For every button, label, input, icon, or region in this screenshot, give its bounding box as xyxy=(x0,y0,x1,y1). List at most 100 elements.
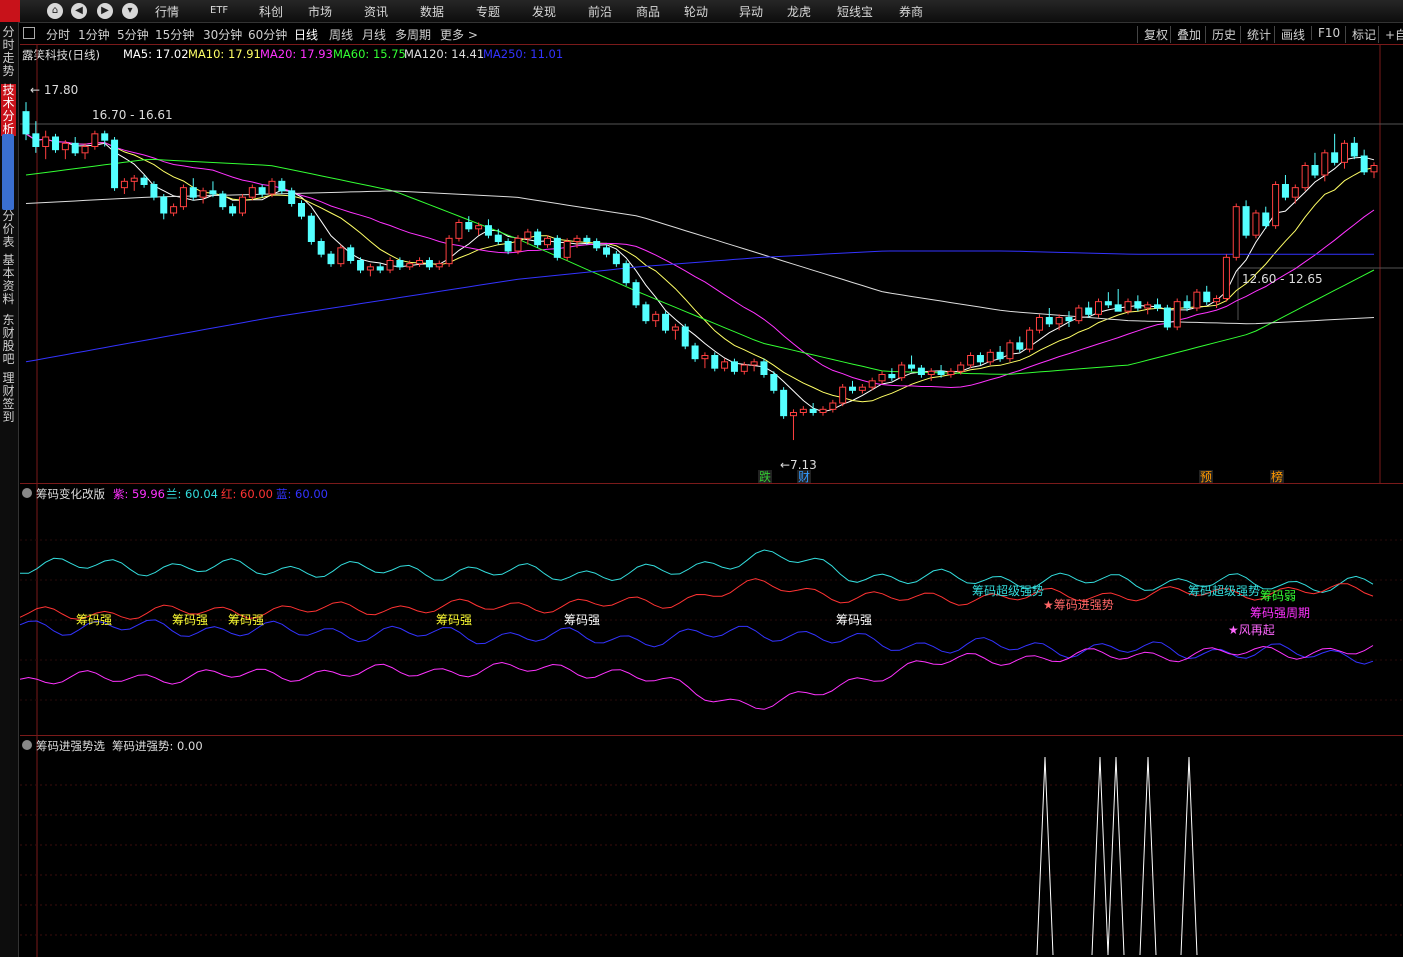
candle-body xyxy=(425,260,433,268)
menu-item[interactable]: 科创 xyxy=(259,3,283,20)
candle-body xyxy=(120,180,128,189)
menu-item[interactable]: 轮动 xyxy=(684,3,708,20)
menu-item[interactable]: 券商 xyxy=(899,3,923,20)
menu-item[interactable]: 市场 xyxy=(308,3,332,20)
candle-body xyxy=(140,177,148,186)
menu-item[interactable]: 行情 xyxy=(155,3,179,20)
candle-body xyxy=(376,266,384,271)
home-icon[interactable]: ⌂ xyxy=(47,3,63,19)
timeframe-tab[interactable]: 5分钟 xyxy=(117,26,149,43)
candle-body xyxy=(553,237,561,258)
candle-body xyxy=(514,237,522,252)
candle-body xyxy=(1193,291,1201,309)
sidebar-tab[interactable]: 理财签到 xyxy=(1,372,16,424)
candle-body xyxy=(1085,307,1093,315)
candle-body xyxy=(898,364,906,379)
timeframe-tab[interactable]: 更多 > xyxy=(440,26,478,43)
candle-body xyxy=(1291,187,1299,198)
timeframe-tab[interactable]: 周线 xyxy=(329,26,353,43)
signal-label: 筹码强 xyxy=(228,613,264,627)
timeframe-tab[interactable]: 30分钟 xyxy=(203,26,242,43)
layout-toggle-icon[interactable] xyxy=(23,27,35,39)
candle-body xyxy=(209,190,217,195)
sidebar-tab[interactable]: 东财股吧 xyxy=(1,314,16,366)
candle-body xyxy=(170,206,178,214)
price-chart[interactable]: ← 17.80 16.70 - 16.61 12.60 - 12.65 ←7.13 跌 财… xyxy=(0,0,1403,957)
toolbar-button[interactable]: 历史 xyxy=(1205,26,1236,43)
ma-label: MA20: 17.93 xyxy=(260,47,333,61)
sidebar-tab[interactable]: 技术分析 xyxy=(1,84,16,136)
indicator1-value: 红: 60.00 xyxy=(221,487,273,501)
signal-spike xyxy=(1139,756,1157,956)
sidebar-scroll-thumb[interactable] xyxy=(2,134,14,210)
candle-body xyxy=(839,386,847,404)
candle-body xyxy=(1144,304,1152,309)
ma-label: MA250: 11.01 xyxy=(483,47,564,61)
forward-icon[interactable]: ▶ xyxy=(97,3,113,19)
toolbar-button[interactable]: 画线 xyxy=(1274,26,1305,43)
signal-label: ★筹码进强势 xyxy=(1043,598,1114,612)
menu-item[interactable]: 前沿 xyxy=(588,3,612,20)
event-marker xyxy=(758,470,772,483)
candle-body xyxy=(337,247,345,265)
sidebar-tab[interactable]: 分价表 xyxy=(1,210,16,249)
signal-spike xyxy=(1107,756,1125,956)
candle-body xyxy=(258,187,266,195)
menu-item[interactable]: 资讯 xyxy=(364,3,388,20)
timeframe-tab[interactable]: 1分钟 xyxy=(78,26,110,43)
candle-body xyxy=(1321,152,1329,176)
timeframe-tab[interactable]: 分时 xyxy=(46,26,70,43)
candle-body xyxy=(721,361,729,369)
event-label: 榜 xyxy=(1271,469,1283,484)
toolbar-button[interactable]: 标记 xyxy=(1345,26,1376,43)
toolbar-button[interactable]: +自 xyxy=(1378,26,1403,43)
menu-item[interactable]: ETF xyxy=(210,5,228,16)
candle-body xyxy=(908,364,916,369)
candle-body xyxy=(1075,307,1083,322)
candle-body xyxy=(494,234,502,243)
timeframe-tab[interactable]: 15分钟 xyxy=(155,26,194,43)
candle-body xyxy=(583,237,591,242)
candle-body xyxy=(1252,212,1260,236)
timeframe-tab[interactable]: 日线 xyxy=(294,26,318,43)
menu-item[interactable]: 异动 xyxy=(739,3,763,20)
candle-body xyxy=(1272,184,1280,227)
toolbar-button[interactable]: F10 xyxy=(1311,26,1340,40)
timeframe-tab[interactable]: 月线 xyxy=(362,26,386,43)
candle-body xyxy=(101,133,109,141)
candle-body xyxy=(612,253,620,265)
sidebar-tab[interactable]: 基本资料 xyxy=(1,254,16,306)
menu-item[interactable]: 短线宝 xyxy=(837,3,873,20)
candle-body xyxy=(622,263,630,284)
toolbar-button[interactable]: 统计 xyxy=(1240,26,1271,43)
timeframe-tab[interactable]: 多周期 xyxy=(395,26,431,43)
menu-item[interactable]: 发现 xyxy=(532,3,556,20)
back-icon[interactable]: ◀ xyxy=(71,3,87,19)
menu-item[interactable]: 龙虎 xyxy=(787,3,811,20)
candle-body xyxy=(317,241,325,255)
indicator2-title: 筹码进强势选 xyxy=(36,739,105,753)
candle-body xyxy=(976,355,984,363)
menu-item[interactable]: 数据 xyxy=(420,3,444,20)
app-logo-icon xyxy=(0,0,20,22)
toolbar-button[interactable]: 复权 xyxy=(1137,26,1168,43)
indicator-collapse-icon[interactable] xyxy=(22,488,32,498)
ma-label: MA60: 15.75 xyxy=(333,47,406,61)
candle-body xyxy=(91,133,99,147)
candle-body xyxy=(1242,206,1250,236)
candle-body xyxy=(298,203,306,217)
signal-label: 筹码强周期 xyxy=(1250,606,1310,620)
indicator-collapse-icon[interactable] xyxy=(22,740,32,750)
menu-item[interactable]: 商品 xyxy=(636,3,660,20)
candle-body xyxy=(957,364,965,372)
indicator1-value: 兰: 60.04 xyxy=(166,487,218,501)
candle-body xyxy=(1114,304,1122,312)
candle-body xyxy=(888,374,896,379)
menu-item[interactable]: 专题 xyxy=(476,3,500,20)
toolbar-button[interactable]: 叠加 xyxy=(1170,26,1201,43)
dropdown-icon[interactable]: ▾ xyxy=(122,3,138,19)
sidebar-tab[interactable]: 分时走势 xyxy=(1,26,16,78)
timeframe-tab[interactable]: 60分钟 xyxy=(248,26,287,43)
ma-label: MA5: 17.02 xyxy=(123,47,189,61)
candle-body xyxy=(1104,301,1112,306)
